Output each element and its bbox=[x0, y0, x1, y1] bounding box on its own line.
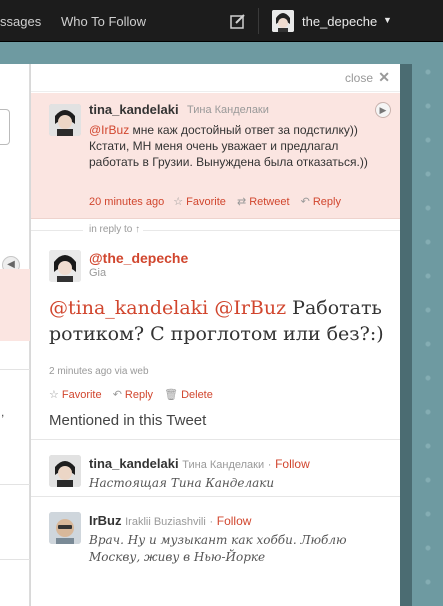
avatar[interactable] bbox=[49, 455, 81, 487]
panel-header: close ✕ bbox=[31, 64, 400, 92]
user-name-line: tina_kandelaki Тина Канделаки · Follow bbox=[89, 456, 310, 471]
user-fullname: Тина Канделаки bbox=[182, 459, 265, 471]
tweet-author-username[interactable]: tina_kandelaki bbox=[89, 102, 179, 117]
nav-who-to-follow[interactable]: Who To Follow bbox=[61, 14, 146, 29]
scrollbar[interactable] bbox=[400, 64, 412, 606]
divider bbox=[0, 559, 30, 560]
favorite-button[interactable]: ☆ Favorite bbox=[173, 195, 226, 208]
reply-label: Reply bbox=[312, 196, 341, 208]
user-username[interactable]: IrBuz bbox=[89, 513, 122, 528]
compose-tweet-icon[interactable] bbox=[230, 13, 246, 29]
trash-icon: 🗑 bbox=[164, 389, 179, 401]
user-avatar[interactable] bbox=[272, 10, 294, 32]
user-bio: Настоящая Тина Канделаки bbox=[89, 476, 275, 490]
follow-button[interactable]: Follow bbox=[275, 457, 310, 471]
star-icon: ☆ bbox=[49, 389, 59, 401]
tweet-text-body: мне каж достойный ответ за подстилку)) К… bbox=[89, 123, 368, 169]
tweet-text-fragment: , bbox=[1, 405, 5, 419]
tweet-timestamp[interactable]: 20 minutes ago bbox=[89, 196, 164, 208]
favorite-label: Favorite bbox=[61, 389, 102, 401]
tweet-text: @tina_kandelaki @IrBuz Работать ротиком?… bbox=[49, 295, 394, 347]
reply-label: Reply bbox=[124, 389, 154, 401]
user-username[interactable]: tina_kandelaki bbox=[89, 456, 179, 471]
chevron-right-icon[interactable]: ▶ bbox=[375, 102, 391, 118]
tweet-author-username[interactable]: @the_depeche bbox=[89, 250, 188, 266]
timeline-column-partial: ◀ , bbox=[0, 64, 30, 606]
reply-button[interactable]: ↶ Reply bbox=[301, 195, 341, 208]
user-bio: Врач. Ну и музыкант как хобби. Люблю Мос… bbox=[89, 533, 347, 564]
close-link[interactable]: close bbox=[345, 71, 373, 85]
user-fullname: Iraklii Buziashvili bbox=[125, 516, 206, 528]
divider bbox=[31, 230, 83, 231]
mentioned-heading: Mentioned in this Tweet bbox=[49, 412, 207, 429]
star-icon: ☆ bbox=[173, 196, 184, 208]
tweet-actions: 20 minutes ago ☆ Favorite ⇄ Retweet ↶ Reply bbox=[89, 195, 349, 208]
delete-button[interactable]: 🗑 Delete bbox=[164, 388, 213, 401]
topbar-separator bbox=[258, 8, 259, 34]
search-box-edge[interactable] bbox=[0, 109, 10, 145]
nav-messages[interactable]: ssages bbox=[0, 14, 41, 29]
follow-button[interactable]: Follow bbox=[217, 514, 252, 528]
chevron-down-icon[interactable]: ▼ bbox=[383, 15, 392, 25]
tweet-text: @IrBuz мне каж достойный ответ за подсти… bbox=[89, 122, 379, 170]
retweet-button[interactable]: ⇄ Retweet bbox=[237, 195, 290, 208]
avatar[interactable] bbox=[49, 250, 81, 282]
close-icon[interactable]: ✕ bbox=[378, 69, 390, 86]
favorite-button[interactable]: ☆ Favorite bbox=[49, 388, 102, 401]
mention-link[interactable]: @IrBuz bbox=[214, 297, 286, 319]
reply-icon: ↶ bbox=[112, 389, 122, 401]
tweet-author-fullname: Тина Канделаки bbox=[187, 104, 269, 116]
divider bbox=[31, 496, 401, 497]
reply-button[interactable]: ↶ Reply bbox=[113, 388, 153, 401]
separator-dot: · bbox=[209, 516, 214, 528]
avatar[interactable] bbox=[49, 512, 81, 544]
tweet-actions: ☆ Favorite ↶ Reply 🗑 Delete bbox=[49, 388, 221, 401]
avatar[interactable] bbox=[49, 104, 81, 136]
mention-link[interactable]: @tina_kandelaki bbox=[49, 297, 208, 319]
highlighted-tweet-edge bbox=[0, 269, 30, 341]
in-reply-to-label[interactable]: in reply to ↑ bbox=[89, 224, 140, 235]
reply-icon: ↶ bbox=[300, 196, 310, 208]
divider bbox=[31, 439, 401, 440]
original-tweet[interactable]: tina_kandelaki Тина Канделаки ▶ @IrBuz м… bbox=[31, 93, 401, 219]
mention-link[interactable]: @IrBuz bbox=[89, 123, 129, 137]
divider bbox=[0, 369, 30, 370]
tweet-detail-panel: close ✕ tina_kandelaki Тина Канделаки ▶ … bbox=[30, 64, 401, 606]
delete-label: Delete bbox=[181, 389, 213, 401]
divider bbox=[0, 484, 30, 485]
retweet-icon: ⇄ bbox=[236, 196, 247, 208]
tweet-author-fullname: Gia bbox=[89, 267, 107, 279]
separator-dot: · bbox=[267, 459, 272, 471]
retweet-label: Retweet bbox=[249, 196, 290, 208]
divider bbox=[143, 230, 401, 231]
favorite-label: Favorite bbox=[186, 196, 226, 208]
tweet-timestamp[interactable]: 2 minutes ago via web bbox=[49, 366, 149, 377]
account-username[interactable]: the_depeche bbox=[302, 14, 377, 29]
user-name-line: IrBuz Iraklii Buziashvili · Follow bbox=[89, 513, 251, 528]
top-navigation-bar: ssages Who To Follow the_depeche ▼ bbox=[0, 0, 443, 42]
